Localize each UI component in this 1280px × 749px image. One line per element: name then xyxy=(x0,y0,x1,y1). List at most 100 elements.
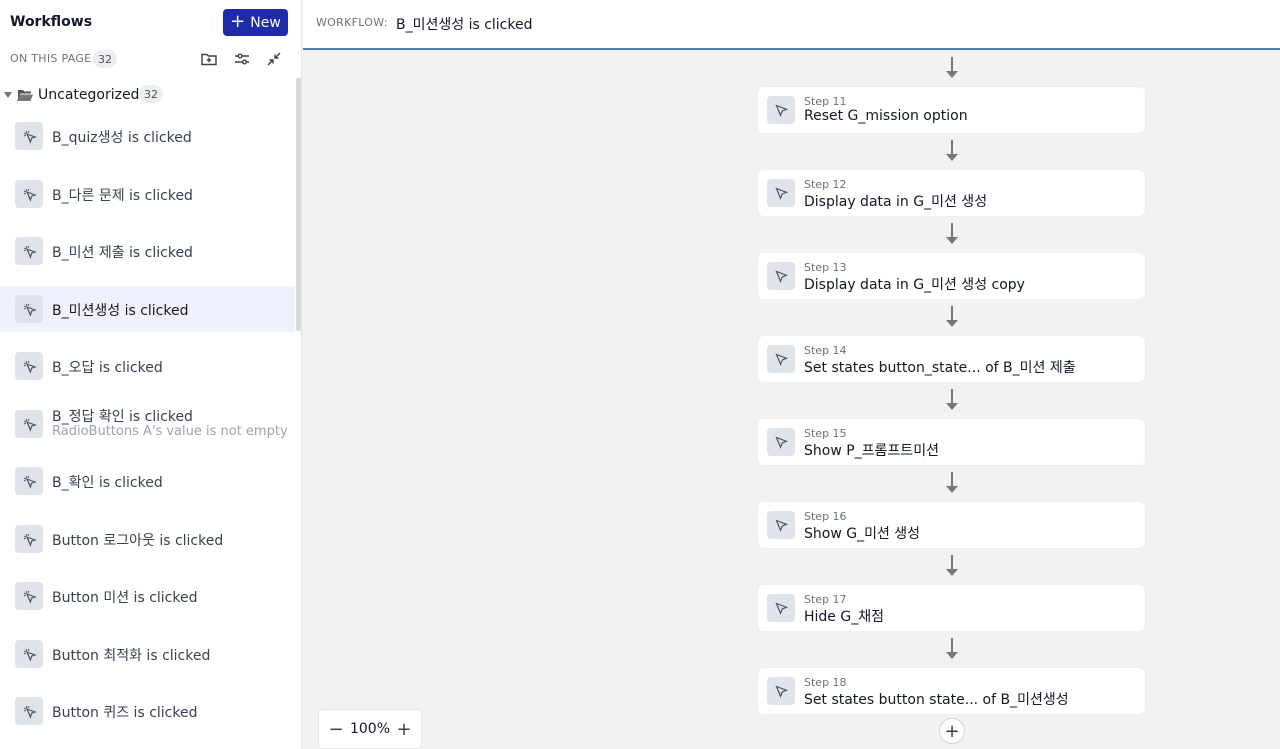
new-workflow-button[interactable]: + New xyxy=(223,9,288,36)
cursor-pointer-icon xyxy=(767,345,795,373)
step-title: Hide G_채점 xyxy=(804,609,884,625)
sidebar-header: Workflows + New xyxy=(0,0,302,44)
on-this-page-label: ON THIS PAGE xyxy=(10,52,92,65)
arrow-down-icon xyxy=(946,472,958,494)
workflow-item-label: B_quiz생성 is clicked xyxy=(52,130,192,146)
step-card[interactable]: Step 18 Set states button state... of B_… xyxy=(758,668,1145,714)
workflow-item-condition: RadioButtons A's value is not empty xyxy=(52,424,288,439)
step-card[interactable]: Step 12 Display data in G_미션 생성 xyxy=(758,170,1145,216)
cursor-pointer-icon xyxy=(767,677,795,705)
cursor-pointer-icon xyxy=(767,511,795,539)
workflow-item-confirm[interactable]: B_확인 is clicked xyxy=(0,458,295,504)
workflow-item-mission[interactable]: Button 미션 is clicked xyxy=(0,573,295,619)
workflow-item-quiz-button[interactable]: Button 퀴즈 is clicked xyxy=(0,688,295,734)
zoom-out-button[interactable]: − xyxy=(327,719,345,740)
cursor-click-icon xyxy=(15,582,43,610)
step-title: Show P_프롬프트미션 xyxy=(804,443,939,459)
cursor-click-icon xyxy=(15,410,43,438)
workflow-key-label: WORKFLOW: xyxy=(316,16,388,29)
arrow-down-icon xyxy=(946,638,958,660)
new-folder-icon[interactable] xyxy=(199,49,219,69)
step-number: Step 12 xyxy=(804,178,847,191)
cursor-pointer-icon xyxy=(767,262,795,290)
step-card[interactable]: Step 16 Show G_미션 생성 xyxy=(758,502,1145,548)
workflow-item-label: B_미션생성 is clicked xyxy=(52,303,189,319)
step-card[interactable]: Step 17 Hide G_채점 xyxy=(758,585,1145,631)
step-number: Step 14 xyxy=(804,344,847,357)
workflow-item-label: B_미션 제출 is clicked xyxy=(52,245,193,261)
workflow-item-label: B_다른 문제 is clicked xyxy=(52,188,193,204)
step-number: Step 17 xyxy=(804,593,847,606)
sidebar-scrollbar[interactable] xyxy=(296,78,301,331)
step-title: Set states button state... of B_미션생성 xyxy=(804,692,1069,708)
cursor-click-icon xyxy=(15,180,43,208)
workflow-item-label: B_정답 확인 is clicked xyxy=(52,409,193,425)
workflow-canvas[interactable]: Step 11 Reset G_mission option Step 12 D… xyxy=(303,51,1280,749)
cursor-click-icon xyxy=(15,122,43,150)
sidebar-title: Workflows xyxy=(10,14,93,30)
workflow-item-quiz[interactable]: B_quiz생성 is clicked xyxy=(0,113,295,159)
cursor-click-icon xyxy=(15,640,43,668)
cursor-click-icon xyxy=(15,352,43,380)
step-title: Display data in G_미션 생성 copy xyxy=(804,277,1025,293)
folder-count: 32 xyxy=(139,85,163,103)
plus-icon: + xyxy=(230,10,246,32)
workflow-list: Uncategorized 32 B_quiz생성 is clicked B_다… xyxy=(0,78,302,749)
folder-uncategorized[interactable]: Uncategorized 32 xyxy=(0,84,295,108)
arrow-down-icon xyxy=(946,57,958,79)
step-number: Step 13 xyxy=(804,261,847,274)
cursor-pointer-icon xyxy=(767,428,795,456)
cursor-pointer-icon xyxy=(767,594,795,622)
cursor-click-icon xyxy=(15,295,43,323)
collapse-icon[interactable] xyxy=(264,49,284,69)
cursor-click-icon xyxy=(15,697,43,725)
on-this-page-bar: ON THIS PAGE 32 xyxy=(0,46,302,72)
add-step-button[interactable]: + xyxy=(939,718,965,744)
filter-sliders-icon[interactable] xyxy=(232,49,252,69)
chevron-down-icon xyxy=(4,92,12,98)
workflow-item-other-question[interactable]: B_다른 문제 is clicked xyxy=(0,171,295,217)
cursor-click-icon xyxy=(15,467,43,495)
workflow-item-optimize[interactable]: Button 최적화 is clicked xyxy=(0,631,295,677)
arrow-down-icon xyxy=(946,306,958,328)
step-card[interactable]: Step 14 Set states button_state... of B_… xyxy=(758,336,1145,382)
cursor-pointer-icon xyxy=(767,179,795,207)
step-title: Reset G_mission option xyxy=(804,108,968,124)
cursor-click-icon xyxy=(15,237,43,265)
workflow-item-logout[interactable]: Button 로그아웃 is clicked xyxy=(0,516,295,562)
zoom-level: 100% xyxy=(349,721,391,737)
step-title: Set states button_state... of B_미션 제출 xyxy=(804,360,1076,376)
step-card[interactable]: Step 15 Show P_프롬프트미션 xyxy=(758,419,1145,465)
workflow-item-wrong-answer[interactable]: B_오답 is clicked xyxy=(0,343,295,389)
step-title: Display data in G_미션 생성 xyxy=(804,194,988,210)
workflows-sidebar: Workflows + New ON THIS PAGE 32 Uncatego… xyxy=(0,0,302,749)
cursor-click-icon xyxy=(15,525,43,553)
step-title: Show G_미션 생성 xyxy=(804,526,921,542)
step-number: Step 11 xyxy=(804,95,847,108)
step-card[interactable]: Step 11 Reset G_mission option xyxy=(758,87,1145,133)
folder-open-icon xyxy=(17,90,33,101)
workflow-header: WORKFLOW: B_미션생성 is clicked xyxy=(303,0,1280,50)
step-number: Step 18 xyxy=(804,676,847,689)
zoom-in-button[interactable]: + xyxy=(395,719,413,740)
cursor-pointer-icon xyxy=(767,96,795,124)
arrow-down-icon xyxy=(946,223,958,245)
workflow-item-label: Button 로그아웃 is clicked xyxy=(52,533,224,549)
workflow-item-check-answer[interactable]: B_정답 확인 is clicked RadioButtons A's valu… xyxy=(0,401,295,447)
folder-label: Uncategorized xyxy=(38,87,140,103)
workflow-item-mission-submit[interactable]: B_미션 제출 is clicked xyxy=(0,228,295,274)
workflow-item-label: B_확인 is clicked xyxy=(52,475,163,491)
new-button-label: New xyxy=(250,14,281,31)
arrow-down-icon xyxy=(946,140,958,162)
zoom-control: − 100% + xyxy=(319,710,421,748)
workflow-item-mission-create[interactable]: B_미션생성 is clicked xyxy=(0,286,295,332)
on-this-page-count: 32 xyxy=(93,50,117,68)
step-number: Step 15 xyxy=(804,427,847,440)
arrow-down-icon xyxy=(946,389,958,411)
step-card[interactable]: Step 13 Display data in G_미션 생성 copy xyxy=(758,253,1145,299)
workflow-item-label: B_오답 is clicked xyxy=(52,360,163,376)
workflow-title[interactable]: B_미션생성 is clicked xyxy=(396,14,533,34)
workflow-item-label: Button 미션 is clicked xyxy=(52,590,198,606)
step-number: Step 16 xyxy=(804,510,847,523)
workflow-item-label: Button 퀴즈 is clicked xyxy=(52,705,198,721)
